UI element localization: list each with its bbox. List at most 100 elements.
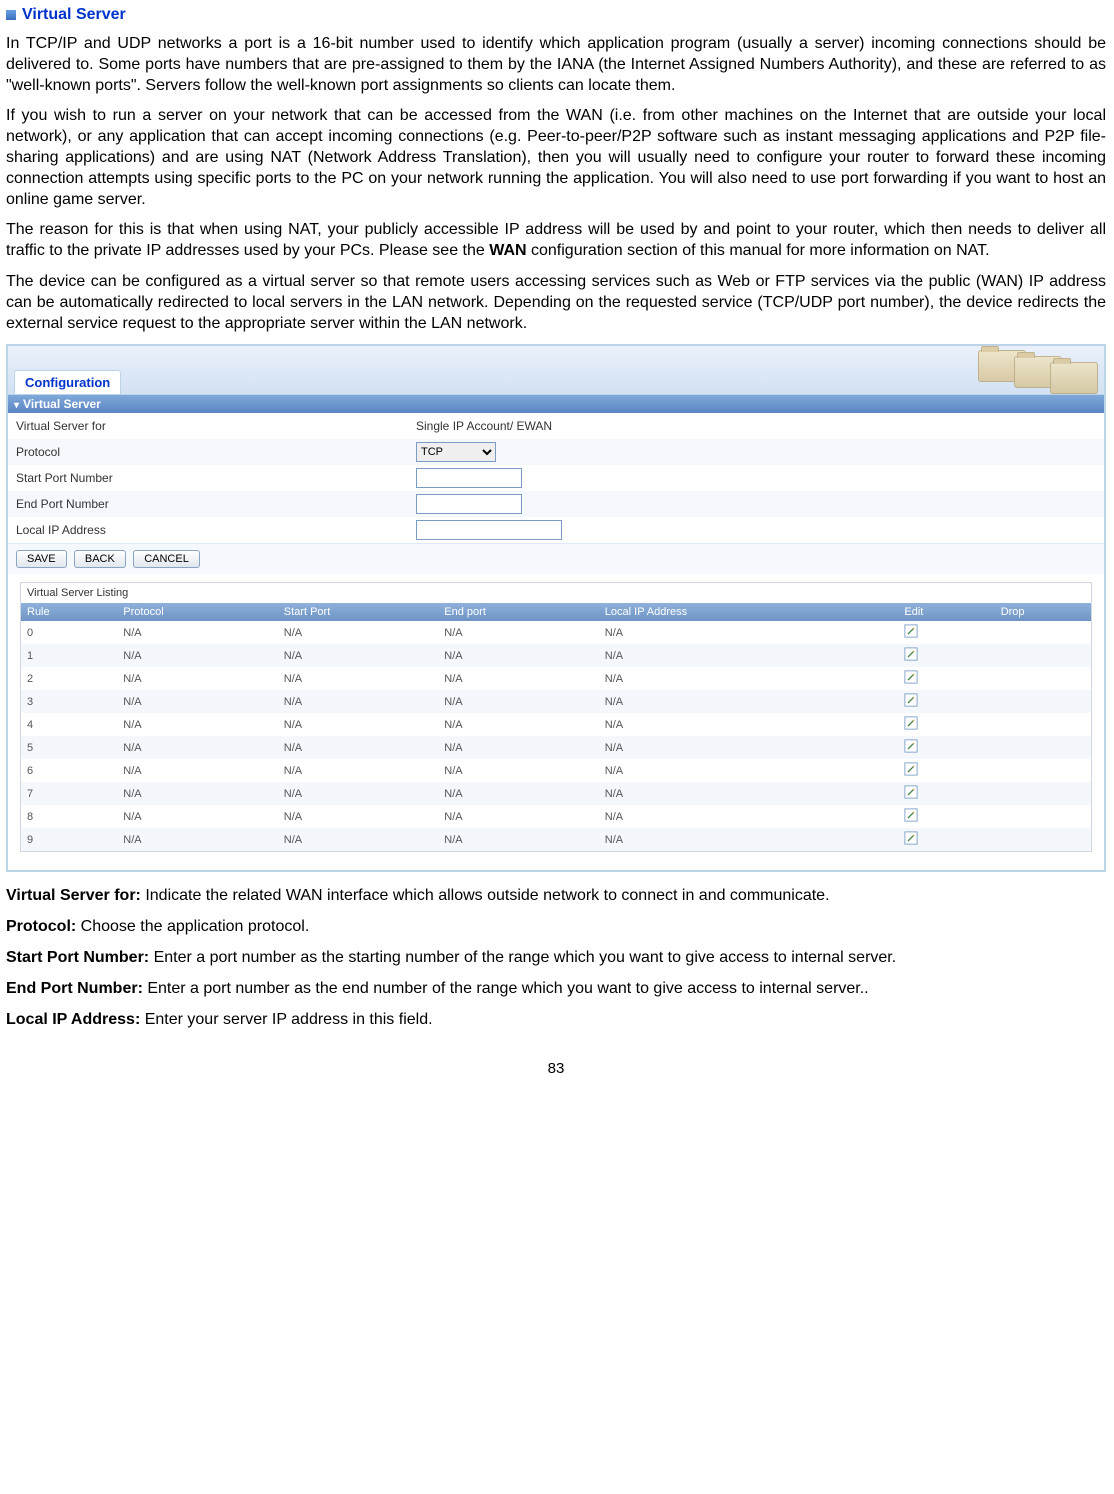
hdr-end: End port xyxy=(438,603,599,621)
cell-end: N/A xyxy=(438,782,599,805)
cell-protocol: N/A xyxy=(117,644,278,667)
cell-protocol: N/A xyxy=(117,805,278,828)
table-row: 6N/AN/AN/AN/A xyxy=(21,759,1091,782)
paragraph-4: The device can be configured as a virtua… xyxy=(6,272,1106,334)
edit-icon[interactable] xyxy=(904,762,918,776)
label-virtual-server-for: Virtual Server for xyxy=(16,419,416,433)
cell-drop xyxy=(995,667,1091,690)
button-row: SAVE BACK CANCEL xyxy=(8,543,1104,574)
label-start-port: Start Port Number xyxy=(16,471,416,485)
cell-start: N/A xyxy=(278,644,439,667)
edit-icon[interactable] xyxy=(904,739,918,753)
row-protocol: Protocol TCP xyxy=(8,439,1104,465)
cell-edit xyxy=(898,690,994,713)
def-start-port: Start Port Number: Enter a port number a… xyxy=(6,948,1106,969)
listing-title: Virtual Server Listing xyxy=(21,583,1091,603)
edit-icon[interactable] xyxy=(904,808,918,822)
table-row: 1N/AN/AN/AN/A xyxy=(21,644,1091,667)
cell-edit xyxy=(898,644,994,667)
cell-drop xyxy=(995,644,1091,667)
protocol-select[interactable]: TCP xyxy=(416,442,496,462)
listing-table: Rule Protocol Start Port End port Local … xyxy=(21,603,1091,851)
cell-edit xyxy=(898,805,994,828)
def-text-4: Enter a port number as the end number of… xyxy=(143,980,869,997)
listing-header-row: Rule Protocol Start Port End port Local … xyxy=(21,603,1091,621)
cell-edit xyxy=(898,621,994,644)
section-title-text: Virtual Server xyxy=(22,6,126,23)
cell-edit xyxy=(898,713,994,736)
cell-protocol: N/A xyxy=(117,736,278,759)
local-ip-input[interactable] xyxy=(416,520,562,540)
config-header: Configuration xyxy=(8,346,1104,395)
label-protocol: Protocol xyxy=(16,445,416,459)
cell-protocol: N/A xyxy=(117,782,278,805)
form-area: Virtual Server for Single IP Account/ EW… xyxy=(8,413,1104,852)
cell-protocol: N/A xyxy=(117,667,278,690)
cell-local: N/A xyxy=(599,690,899,713)
cell-end: N/A xyxy=(438,644,599,667)
table-row: 9N/AN/AN/AN/A xyxy=(21,828,1091,851)
def-label-3: Start Port Number: xyxy=(6,949,149,966)
cell-start: N/A xyxy=(278,828,439,851)
back-button[interactable]: BACK xyxy=(74,550,126,568)
config-tab[interactable]: Configuration xyxy=(14,370,121,394)
paragraph-3: The reason for this is that when using N… xyxy=(6,220,1106,262)
def-text-1: Indicate the related WAN interface which… xyxy=(141,887,830,904)
cell-end: N/A xyxy=(438,759,599,782)
hdr-start: Start Port xyxy=(278,603,439,621)
cell-edit xyxy=(898,667,994,690)
def-label-1: Virtual Server for: xyxy=(6,887,141,904)
edit-icon[interactable] xyxy=(904,831,918,845)
table-row: 2N/AN/AN/AN/A xyxy=(21,667,1091,690)
page-number: 83 xyxy=(6,1060,1106,1077)
hdr-local: Local IP Address xyxy=(599,603,899,621)
def-label-4: End Port Number: xyxy=(6,980,143,997)
cell-edit xyxy=(898,759,994,782)
cell-rule: 0 xyxy=(21,621,117,644)
hdr-rule: Rule xyxy=(21,603,117,621)
edit-icon[interactable] xyxy=(904,624,918,638)
edit-icon[interactable] xyxy=(904,647,918,661)
cell-drop xyxy=(995,621,1091,644)
hdr-protocol: Protocol xyxy=(117,603,278,621)
virtual-server-listing: Virtual Server Listing Rule Protocol Sta… xyxy=(20,582,1092,852)
cell-start: N/A xyxy=(278,621,439,644)
table-row: 0N/AN/AN/AN/A xyxy=(21,621,1091,644)
table-row: 7N/AN/AN/AN/A xyxy=(21,782,1091,805)
cell-local: N/A xyxy=(599,828,899,851)
cell-local: N/A xyxy=(599,713,899,736)
bullet-icon xyxy=(6,10,16,20)
def-local-ip: Local IP Address: Enter your server IP a… xyxy=(6,1010,1106,1031)
cell-rule: 1 xyxy=(21,644,117,667)
def-text-2: Choose the application protocol. xyxy=(76,918,309,935)
cell-end: N/A xyxy=(438,690,599,713)
cell-drop xyxy=(995,759,1091,782)
cell-protocol: N/A xyxy=(117,713,278,736)
cell-local: N/A xyxy=(599,736,899,759)
cell-rule: 6 xyxy=(21,759,117,782)
cell-rule: 2 xyxy=(21,667,117,690)
cell-end: N/A xyxy=(438,828,599,851)
cancel-button[interactable]: CANCEL xyxy=(133,550,200,568)
edit-icon[interactable] xyxy=(904,716,918,730)
end-port-input[interactable] xyxy=(416,494,522,514)
table-row: 4N/AN/AN/AN/A xyxy=(21,713,1091,736)
edit-icon[interactable] xyxy=(904,785,918,799)
edit-icon[interactable] xyxy=(904,693,918,707)
cell-start: N/A xyxy=(278,690,439,713)
start-port-input[interactable] xyxy=(416,468,522,488)
cell-drop xyxy=(995,805,1091,828)
row-end-port: End Port Number xyxy=(8,491,1104,517)
save-button[interactable]: SAVE xyxy=(16,550,67,568)
cell-start: N/A xyxy=(278,713,439,736)
cell-start: N/A xyxy=(278,736,439,759)
cell-end: N/A xyxy=(438,805,599,828)
def-label-2: Protocol: xyxy=(6,918,76,935)
label-end-port: End Port Number xyxy=(16,497,416,511)
edit-icon[interactable] xyxy=(904,670,918,684)
cell-local: N/A xyxy=(599,782,899,805)
cell-rule: 3 xyxy=(21,690,117,713)
virtual-server-bar[interactable]: ▾Virtual Server xyxy=(8,395,1104,413)
cell-edit xyxy=(898,828,994,851)
label-local-ip: Local IP Address xyxy=(16,523,416,537)
